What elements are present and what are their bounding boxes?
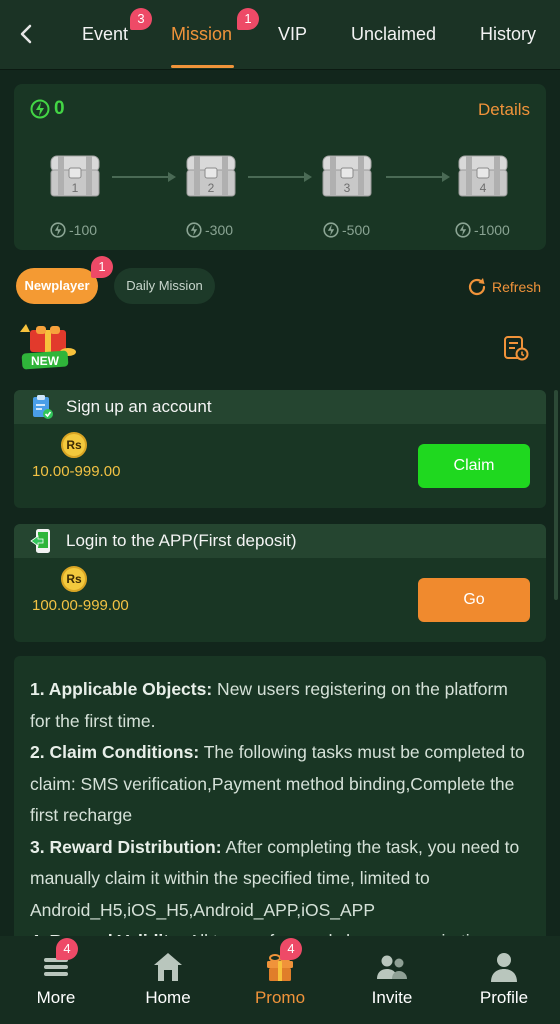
nav-invite[interactable]: Invite [342, 950, 442, 1008]
new-badge-text: NEW [31, 354, 60, 368]
progress-arrow [386, 172, 450, 182]
nav-home[interactable]: Home [118, 950, 218, 1008]
energy-bolt-icon [455, 222, 471, 238]
energy-bolt-icon [50, 222, 66, 238]
task-card-login-app: Login to the APP(First deposit) Rs 100.0… [14, 524, 546, 642]
tab-newplayer-badge: 1 [91, 256, 113, 278]
active-tab-indicator [171, 65, 234, 68]
mission-rules: 1. Applicable Objects: New users registe… [14, 656, 546, 946]
rule-item: 2. Claim Conditions: The following tasks… [30, 737, 530, 832]
tab-vip-label: VIP [278, 24, 308, 44]
task-record-icon[interactable] [502, 334, 530, 362]
progress-arrow [112, 172, 176, 182]
energy-bolt-icon [30, 99, 50, 119]
phone-login-icon [30, 529, 50, 553]
chest-4-cost-value: -1000 [474, 222, 510, 238]
rule-item: 3. Reward Distribution: After completing… [30, 832, 530, 927]
rule-heading: 1. Applicable Objects: [30, 679, 213, 699]
chest-2-number: 2 [208, 181, 215, 195]
refresh-icon [468, 278, 486, 296]
tab-unclaimed-label: Unclaimed [351, 24, 437, 44]
chest-1-cost-value: -100 [69, 222, 98, 238]
tab-daily-mission[interactable]: Daily Mission [114, 268, 215, 304]
nav-invite-label: Invite [371, 988, 413, 1007]
chest-progress-card: 0 Details 1 2 3 4 -100 -300 -500 -1000 [14, 84, 546, 250]
refresh-button[interactable]: Refresh [466, 276, 541, 298]
profile-icon [491, 953, 517, 982]
tab-history-label: History [480, 24, 537, 44]
chest-3-number: 3 [344, 181, 351, 195]
treasure-chest-2-icon[interactable]: 2 [184, 152, 238, 198]
chest-4-number: 4 [480, 181, 487, 195]
tab-unclaimed[interactable]: Unclaimed [351, 22, 436, 52]
task-reward-amount: 10.00-999.00 [32, 463, 121, 480]
tab-event-label: Event [82, 24, 129, 44]
go-button[interactable]: Go [418, 578, 530, 622]
rule-item: 1. Applicable Objects: New users registe… [30, 674, 530, 737]
nav-more-badge: 4 [56, 938, 78, 960]
rule-heading: 3. Reward Distribution: [30, 836, 222, 857]
nav-home-label: Home [145, 988, 191, 1007]
chest-2-cost: -300 [186, 222, 276, 238]
energy-bolt-icon [186, 222, 202, 238]
details-link[interactable]: Details [478, 100, 530, 120]
nav-profile[interactable]: Profile [454, 950, 554, 1008]
tab-vip[interactable]: VIP [278, 22, 307, 52]
tab-event[interactable]: Event [82, 22, 128, 52]
energy-value: 0 [54, 98, 65, 119]
nav-promo-label: Promo [254, 988, 306, 1007]
chest-1-cost: -100 [50, 222, 140, 238]
top-tab-bar: Event 3 Mission 1 VIP Unclaimed History [0, 0, 560, 70]
energy-balance: 0 [30, 98, 65, 120]
rupee-coin-icon: Rs [61, 566, 87, 592]
progress-arrow [248, 172, 312, 182]
refresh-label: Refresh [492, 279, 542, 295]
tab-newplayer[interactable]: Newplayer [16, 268, 98, 304]
new-gift-icon: NEW [20, 324, 76, 370]
back-arrow-icon[interactable] [14, 20, 40, 48]
claim-button[interactable]: Claim [418, 444, 530, 488]
chest-4-cost: -1000 [455, 222, 545, 238]
task-title: Sign up an account [66, 397, 212, 416]
task-header: Login to the APP(First deposit) [14, 524, 546, 558]
treasure-chest-3-icon[interactable]: 3 [320, 152, 374, 198]
chest-2-cost-value: -300 [205, 222, 234, 238]
task-header: Sign up an account [14, 390, 546, 424]
chest-3-cost: -500 [323, 222, 413, 238]
tab-mission-badge: 1 [237, 8, 259, 30]
nav-more-label: More [36, 988, 76, 1007]
rupee-coin-icon: Rs [61, 432, 87, 458]
treasure-chest-4-icon[interactable]: 4 [456, 152, 510, 198]
nav-promo-badge: 4 [280, 938, 302, 960]
tab-history[interactable]: History [480, 22, 536, 52]
tab-mission-label: Mission [171, 24, 233, 44]
home-icon [154, 953, 182, 981]
treasure-chest-1-icon[interactable]: 1 [48, 152, 102, 198]
chest-1-number: 1 [72, 181, 79, 195]
energy-bolt-icon [323, 222, 339, 238]
scrollbar-thumb[interactable] [554, 390, 558, 600]
invite-people-icon [377, 955, 407, 979]
task-card-signup: Sign up an account Rs 10.00-999.00 Claim [14, 390, 546, 508]
task-reward-amount: 100.00-999.00 [32, 597, 129, 614]
tab-mission[interactable]: Mission [171, 22, 232, 52]
chest-3-cost-value: -500 [342, 222, 371, 238]
task-title: Login to the APP(First deposit) [66, 531, 297, 550]
rule-heading: 2. Claim Conditions: [30, 742, 200, 762]
clipboard-check-icon [33, 395, 53, 419]
bottom-nav-bar: More 4 Home Promo 4 Invite Profile [0, 936, 560, 1024]
nav-profile-label: Profile [479, 988, 529, 1007]
tab-event-badge: 3 [130, 8, 152, 30]
